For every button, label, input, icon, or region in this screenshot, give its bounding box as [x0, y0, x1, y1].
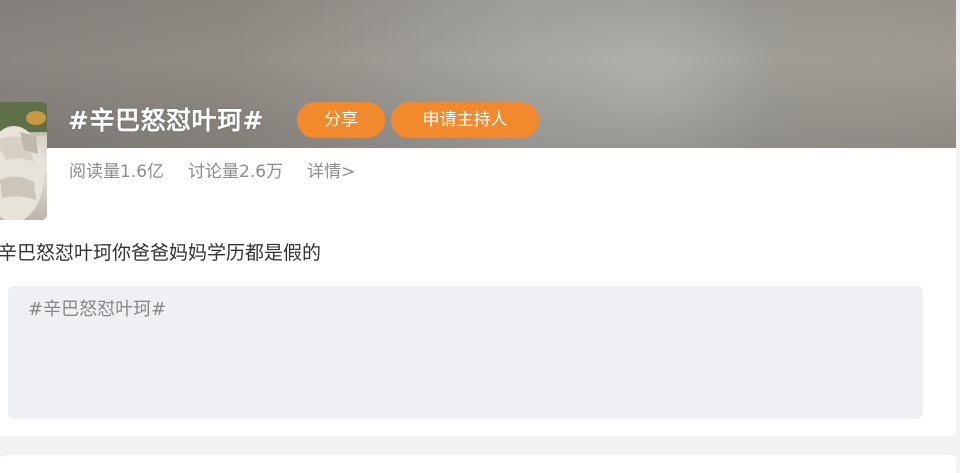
next-card: [0, 455, 956, 473]
post-compose-input[interactable]: [8, 286, 923, 419]
topic-avatar[interactable]: [0, 102, 47, 220]
topic-stats: 阅读量1.6亿 讨论量2.6万 详情>: [69, 159, 355, 185]
discussion-count: 讨论量2.6万: [188, 162, 284, 182]
details-link[interactable]: 详情>: [307, 159, 355, 185]
share-button[interactable]: 分享: [297, 102, 385, 138]
apply-host-button[interactable]: 申请主持人: [391, 102, 539, 138]
page: #辛巴怒怼叶珂# 分享 申请主持人 阅读量1.6亿 讨论量2.6万 详情> 辛巴怒怼…: [0, 0, 960, 473]
topic-card: #辛巴怒怼叶珂# 分享 申请主持人 阅读量1.6亿 讨论量2.6万 详情> 辛巴怒怼…: [0, 0, 956, 436]
topic-description: 辛巴怒怼叶珂你爸爸妈妈学历都是假的: [0, 242, 322, 264]
avatar-image: [0, 102, 47, 220]
read-count: 阅读量1.6亿: [69, 162, 165, 182]
topic-title: #辛巴怒怼叶珂#: [68, 106, 264, 135]
